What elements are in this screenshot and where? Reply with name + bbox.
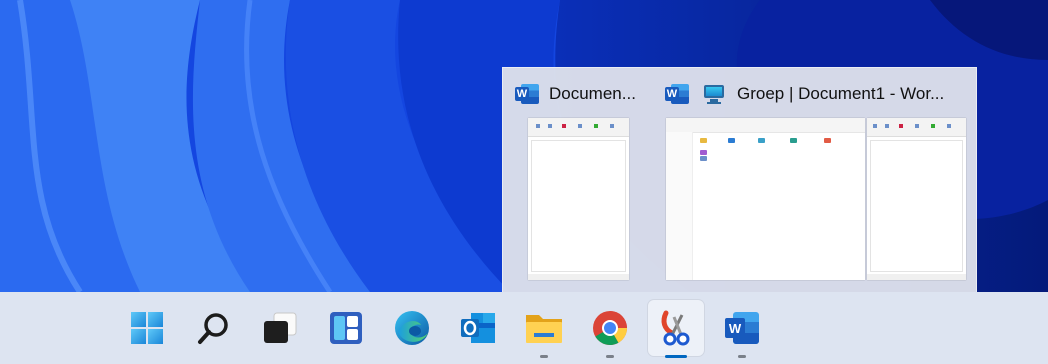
task-view-button[interactable] <box>252 300 308 356</box>
start-button[interactable] <box>119 300 175 356</box>
widgets-button[interactable] <box>318 300 374 356</box>
scissors-icon <box>661 310 690 346</box>
taskbar: W <box>0 292 1048 364</box>
edge-icon <box>395 311 429 345</box>
word-button[interactable]: W <box>714 300 770 358</box>
svg-text:W: W <box>729 321 742 336</box>
outlook-button[interactable] <box>450 300 506 356</box>
monitor-icon <box>703 83 725 105</box>
snipping-tool-button[interactable] <box>648 300 704 358</box>
running-indicator <box>540 355 548 358</box>
taskbar-preview-flyout: W Documen... W Groep | Document1 - Wor..… <box>502 67 977 293</box>
preview-window-2-label: Groep | Document1 - Wor... <box>737 84 945 103</box>
widgets-icon <box>330 312 362 344</box>
running-indicator <box>738 355 746 358</box>
task-view-icon <box>264 312 297 343</box>
outlook-icon <box>461 313 495 343</box>
folder-icon <box>526 315 562 343</box>
active-indicator <box>665 355 687 358</box>
windows-logo-icon <box>131 312 163 344</box>
preview-window-2-thumbnail-explorer[interactable] <box>666 118 865 280</box>
preview-window-2-thumbnail-word[interactable] <box>867 118 966 280</box>
preview-window-1-label: Documen... <box>549 84 636 103</box>
search-button[interactable] <box>186 300 242 356</box>
preview-window-1-thumbnail[interactable] <box>528 118 629 280</box>
chrome-icon <box>593 311 627 345</box>
running-indicator <box>606 355 614 358</box>
word-icon: W <box>515 82 539 106</box>
file-explorer-button[interactable] <box>516 300 572 358</box>
search-icon <box>198 313 228 344</box>
preview-window-1-title[interactable]: W Documen... <box>515 80 636 108</box>
word-icon: W <box>725 312 759 344</box>
edge-button[interactable] <box>384 300 440 356</box>
chrome-button[interactable] <box>582 300 638 358</box>
preview-window-2-title[interactable]: W Groep | Document1 - Wor... <box>665 80 944 108</box>
word-icon: W <box>665 82 689 106</box>
